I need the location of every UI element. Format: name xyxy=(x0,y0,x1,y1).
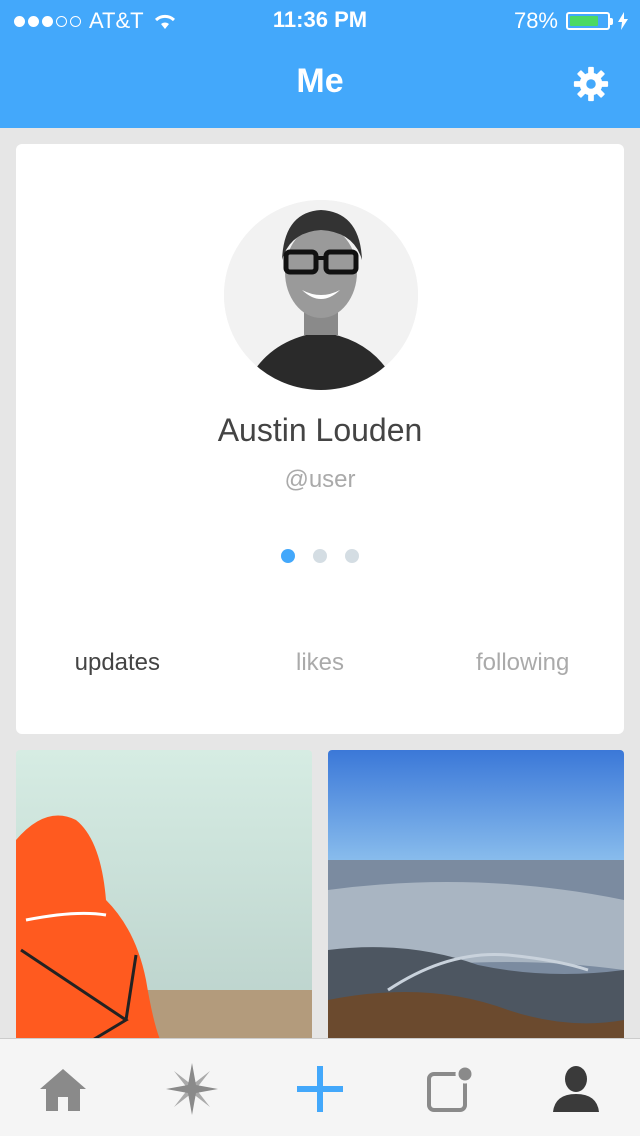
profile-tabs: updates likes following xyxy=(16,649,624,677)
battery-icon xyxy=(566,12,613,30)
update-photo-city-view[interactable] xyxy=(328,750,624,1050)
tab-bar-add[interactable] xyxy=(290,1061,350,1117)
battery-group: 78% xyxy=(514,8,628,34)
page-dot[interactable] xyxy=(281,549,295,563)
tab-bar-profile[interactable] xyxy=(546,1061,606,1117)
profile-icon xyxy=(553,1066,599,1112)
photo-image xyxy=(16,750,312,1050)
tab-bar xyxy=(0,1038,640,1136)
add-plus-icon xyxy=(297,1066,343,1112)
update-photo-orange-jacket[interactable] xyxy=(16,750,312,1050)
tab-likes[interactable]: likes xyxy=(219,649,422,677)
status-bar: AT&T 11:36 PM 78% xyxy=(0,0,640,40)
tab-bar-explore[interactable] xyxy=(162,1061,222,1117)
tab-bar-home[interactable] xyxy=(33,1061,93,1117)
explore-compass-icon xyxy=(166,1063,218,1115)
home-icon xyxy=(40,1069,86,1111)
page-dot[interactable] xyxy=(313,549,327,563)
page-title: Me xyxy=(296,62,344,100)
avatar-portrait xyxy=(224,200,418,390)
tab-following[interactable]: following xyxy=(421,649,624,677)
profile-handle: @user xyxy=(284,466,356,493)
profile-card: Austin Louden @user updates likes follow… xyxy=(16,144,624,734)
notifications-icon xyxy=(427,1064,473,1112)
tab-bar-notifications[interactable] xyxy=(418,1061,478,1117)
battery-fill xyxy=(570,16,599,26)
photo-image xyxy=(328,750,624,1050)
charging-bolt-icon xyxy=(618,12,628,30)
page-indicator[interactable] xyxy=(16,549,624,563)
nav-bar: Me xyxy=(0,40,640,128)
gear-icon[interactable] xyxy=(572,65,610,103)
tab-updates[interactable]: updates xyxy=(16,649,219,677)
page-dot[interactable] xyxy=(345,549,359,563)
profile-name: Austin Louden xyxy=(217,412,423,448)
avatar[interactable] xyxy=(224,200,418,390)
battery-percent: 78% xyxy=(513,8,558,33)
